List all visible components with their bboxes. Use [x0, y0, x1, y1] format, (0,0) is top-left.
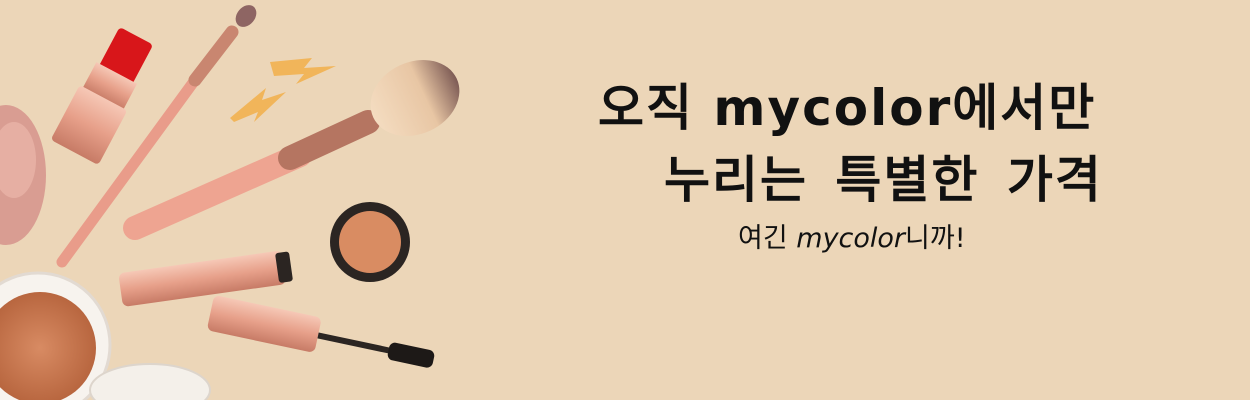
lightning-icon [270, 58, 336, 84]
headline-line-2: 누리는 특별한 가격 [664, 151, 1103, 209]
headline-block: 오직 mycolor에서만 누리는 특별한 가격 여긴 mycolor니까! [560, 78, 1220, 255]
sponge-icon [0, 105, 46, 245]
lightning-icon [230, 88, 286, 122]
mascara-icon [119, 251, 293, 307]
compact-icon [330, 202, 410, 282]
brand-name: mycolor [713, 79, 953, 137]
headline-line-1: 오직 mycolor에서만 [598, 79, 1097, 137]
makeup-products-illustration [0, 5, 460, 400]
mascara-icon [207, 296, 435, 368]
tagline: 여긴 mycolor니까! [738, 223, 966, 254]
tagline-brand: mycolor [796, 223, 906, 254]
promo-banner[interactable]: 오직 mycolor에서만 누리는 특별한 가격 여긴 mycolor니까! [0, 0, 1250, 400]
